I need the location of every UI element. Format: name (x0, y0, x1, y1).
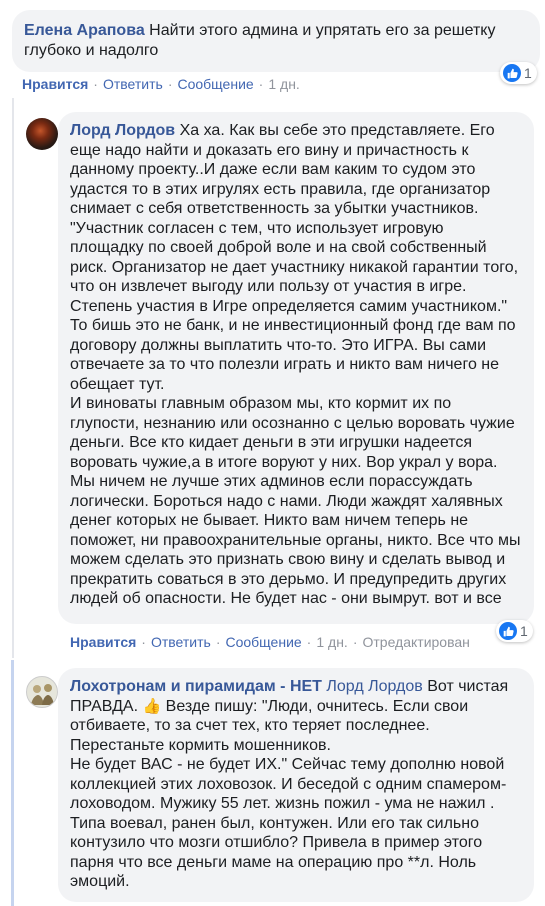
comment-text-line: "Участник согласен с тем, что использует… (70, 219, 444, 237)
comment-text-line: снимает с себя ответственность за убытки… (70, 200, 479, 217)
comment-body: отбиваете, то за счет тех, кто теряет по… (70, 716, 524, 892)
comment-text-line: лоховодом. Мужику 55 лет. жизнь пожил - … (70, 795, 495, 812)
comment-text-line: контузило что мозги отшибло? Привела в п… (70, 834, 483, 851)
comment-text-line: что он извлечет выгоду или пользу от уча… (70, 278, 467, 295)
comment-author[interactable]: Лорд Лордов (70, 122, 175, 139)
timestamp[interactable]: 1 дн. (268, 76, 299, 92)
comment-text-line: отбиваете, то за счет тех, кто теряет по… (70, 717, 430, 734)
comment-bubble-2: Лорд Лордов Ха ха. Как вы себе это предс… (58, 112, 534, 624)
comment-actions: Нравится · Ответить · Сообщение · 1 дн. · Отреда… (70, 634, 470, 650)
edited-label[interactable]: Отредактирован (362, 634, 469, 650)
avatar[interactable] (26, 676, 58, 708)
timestamp[interactable]: 1 дн. (316, 634, 347, 650)
comment-text-line: риск. Организатор не дает участнику ника… (70, 258, 519, 276)
comment-text-line: глупости, незнанию или осознанно с целью… (70, 414, 515, 432)
thread-line-active (11, 660, 14, 906)
comment-text-line: Мы ничем не лучше этих админов если пора… (70, 473, 473, 490)
message-button[interactable]: Сообщение (177, 76, 253, 92)
comment-text-line: Типа воевал, ранен был, контужен. Или ег… (70, 814, 479, 832)
comment-text-line: удастся то в этих игрулях есть правила, … (70, 180, 491, 198)
comment-text-line: деньги. Все кто кидает деньги в эти игру… (70, 434, 473, 451)
comment-text-line: отвечаете за то что полезли играть и ник… (70, 356, 500, 373)
reaction-count[interactable]: 1 (496, 620, 533, 642)
comment-text-line: Ха ха. Как вы себе это представляете. Ег… (179, 122, 495, 139)
comment-text-line: можем сделать это признать свою вину и с… (70, 551, 506, 568)
comment-text-line: Вот чистая (427, 678, 509, 695)
comment-text-line: воровать чужие,а в итоге воруют у них. В… (70, 453, 498, 471)
comment-text-line: парня что все деньги маме на операцию пр… (70, 853, 477, 871)
comment-text-line: ПРАВДА. (70, 697, 139, 715)
comment-text-line: Везде пишу: "Люди, очнитесь. Если свои (165, 697, 469, 715)
comment-text-line: договору должны выплатить что-то. Это ИГ… (70, 336, 487, 354)
thumbs-up-icon: 👍 (142, 697, 162, 715)
avatar[interactable] (26, 118, 58, 150)
comment-text-line: эмоций. (70, 873, 130, 890)
comment-text-line: данному проекту..И даже если вам каким т… (70, 161, 476, 178)
comment-text-line: денег которых не бывает. Никто вам ничем… (70, 512, 469, 529)
comment-text-line: Степень участия в Игре определяется сами… (70, 297, 508, 315)
thread-line (12, 98, 14, 658)
comment-body: еще надо найти и доказать его вину и при… (70, 141, 524, 609)
comment-author[interactable]: Елена Арапова (24, 22, 145, 39)
comment-text-line: площадку по своей доброй воле и на свой … (70, 239, 487, 256)
comment-bubble-1: Елена Арапова Найти этого админа и упрят… (12, 10, 540, 72)
avatar-image (31, 684, 54, 705)
like-button[interactable]: Нравится (70, 634, 136, 650)
like-icon (499, 622, 517, 640)
like-icon (503, 64, 521, 82)
reply-button[interactable]: Ответить (151, 634, 211, 650)
comment-bubble-3: Лохотронам и пирамидам - НЕТ Лорд Лордов… (58, 668, 534, 902)
comment-text-line: И виноваты главным образом мы, кто корми… (70, 395, 452, 412)
message-button[interactable]: Сообщение (225, 634, 301, 650)
comment-text-line: обещает тут. (70, 375, 165, 393)
comment-text-line: То бишь это не банк, и не инвестиционный… (70, 317, 516, 334)
like-button[interactable]: Нравится (22, 76, 88, 92)
comment-text-line: еще надо найти и доказать его вину и при… (70, 141, 469, 159)
comment-actions: Нравится · Ответить · Сообщение · 1 дн. (22, 76, 300, 92)
comment-text-line: логически. Бороться надо с нами. Люди жа… (70, 492, 503, 510)
mention-link[interactable]: Лорд Лордов (326, 678, 422, 695)
comment-text-line: поможет, ни правоохранительные органы, н… (70, 531, 521, 549)
comment-text-line: глубоко и надолго (24, 41, 159, 59)
comment-text-line: Не будет ВАС - не будет ИХ." Сейчас тему… (70, 756, 505, 773)
comment-text-line: Перестаньте кормить мошенников. (70, 736, 331, 754)
reaction-count[interactable]: 1 (500, 62, 537, 84)
reply-button[interactable]: Ответить (103, 76, 163, 92)
comment-text-line: коллекцией этих лоховозок. И беседой с о… (70, 775, 507, 793)
comment-text-line: людей об опасности. Не будет нас - они в… (70, 590, 502, 607)
comment-text-line: прекратить соваться в это дерьмо. И пред… (70, 570, 507, 588)
comment-author[interactable]: Лохотронам и пирамидам - НЕТ (70, 678, 322, 695)
comment-text-line: Найти этого админа и упрятать его за реш… (149, 22, 496, 39)
